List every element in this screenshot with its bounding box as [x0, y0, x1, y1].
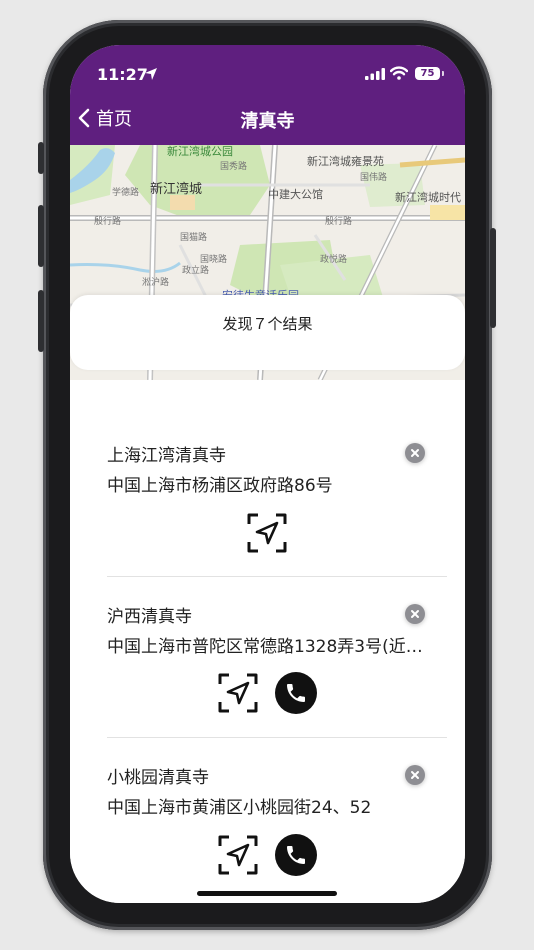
power-button — [490, 228, 496, 328]
item-address: 中国上海市杨浦区政府路86号 — [107, 476, 333, 496]
screen: 11:27 75 首页 清真寺 新江湾城公园 国秀路 学德路 新江湾城 中建大公… — [70, 45, 465, 903]
divider — [107, 737, 447, 738]
close-icon — [411, 771, 419, 779]
status-time: 11:27 — [97, 65, 148, 84]
cellular-signal-icon — [365, 68, 385, 80]
item-name: 沪西清真寺 — [107, 607, 192, 627]
map-label: 中建大公馆 — [268, 188, 323, 201]
map-label: 新江湾城雍景苑 — [307, 155, 384, 168]
list-item[interactable]: 上海江湾清真寺 中国上海市杨浦区政府路86号 — [107, 441, 447, 561]
wifi-icon — [390, 66, 408, 80]
map-label: 国伟路 — [360, 173, 388, 183]
mute-switch — [38, 142, 44, 174]
map-label: 新江湾城时代 — [395, 191, 461, 204]
remove-button[interactable] — [405, 765, 425, 785]
item-name: 上海江湾清真寺 — [107, 446, 226, 466]
volume-up-button — [38, 205, 44, 267]
map-label: 殷行路 — [325, 217, 353, 227]
phone-icon — [287, 846, 305, 864]
map-label: 政立路 — [182, 266, 210, 276]
navigate-icon[interactable] — [217, 834, 259, 876]
close-icon — [411, 449, 419, 457]
results-summary-card: 发现７个结果 — [70, 295, 465, 370]
phone-icon — [287, 684, 305, 702]
close-icon — [411, 610, 419, 618]
item-address: 中国上海市普陀区常德路1328弄3号(近… — [107, 637, 423, 657]
map-label: 新江湾城 — [150, 182, 203, 197]
map-label: 淞沪路 — [142, 278, 170, 288]
remove-button[interactable] — [405, 443, 425, 463]
battery-tip — [442, 71, 444, 76]
navigation-bar: 首页 清真寺 — [70, 93, 465, 145]
item-address: 中国上海市黄浦区小桃园街24、52 — [107, 798, 372, 818]
divider — [107, 576, 447, 577]
battery-icon: 75 — [415, 67, 440, 80]
results-count: 发现７个结果 — [222, 315, 313, 333]
map-label: 殷行路 — [94, 217, 122, 227]
location-arrow-icon — [145, 68, 157, 80]
status-bar: 11:27 75 — [70, 45, 465, 93]
results-list: 上海江湾清真寺 中国上海市杨浦区政府路86号 沪西清真寺 中国上海市普陀区常德路… — [70, 380, 465, 903]
remove-button[interactable] — [405, 604, 425, 624]
map-label: 学德路 — [112, 188, 140, 198]
call-button[interactable] — [275, 672, 317, 714]
list-item[interactable]: 沪西清真寺 中国上海市普陀区常德路1328弄3号(近… — [107, 602, 447, 722]
map-label: 国秀路 — [220, 162, 248, 172]
item-name: 小桃园清真寺 — [107, 768, 209, 788]
call-button[interactable] — [275, 834, 317, 876]
volume-down-button — [38, 290, 44, 352]
map-label: 新江湾城公园 — [167, 145, 233, 158]
map-label: 国猫路 — [180, 233, 208, 243]
navigate-icon[interactable] — [246, 512, 288, 554]
home-indicator[interactable] — [197, 891, 337, 896]
map-label: 政悦路 — [320, 255, 348, 265]
list-item[interactable]: 小桃园清真寺 中国上海市黄浦区小桃园街24、52 — [107, 763, 447, 883]
navigate-icon[interactable] — [217, 672, 259, 714]
page-title: 清真寺 — [240, 111, 295, 132]
